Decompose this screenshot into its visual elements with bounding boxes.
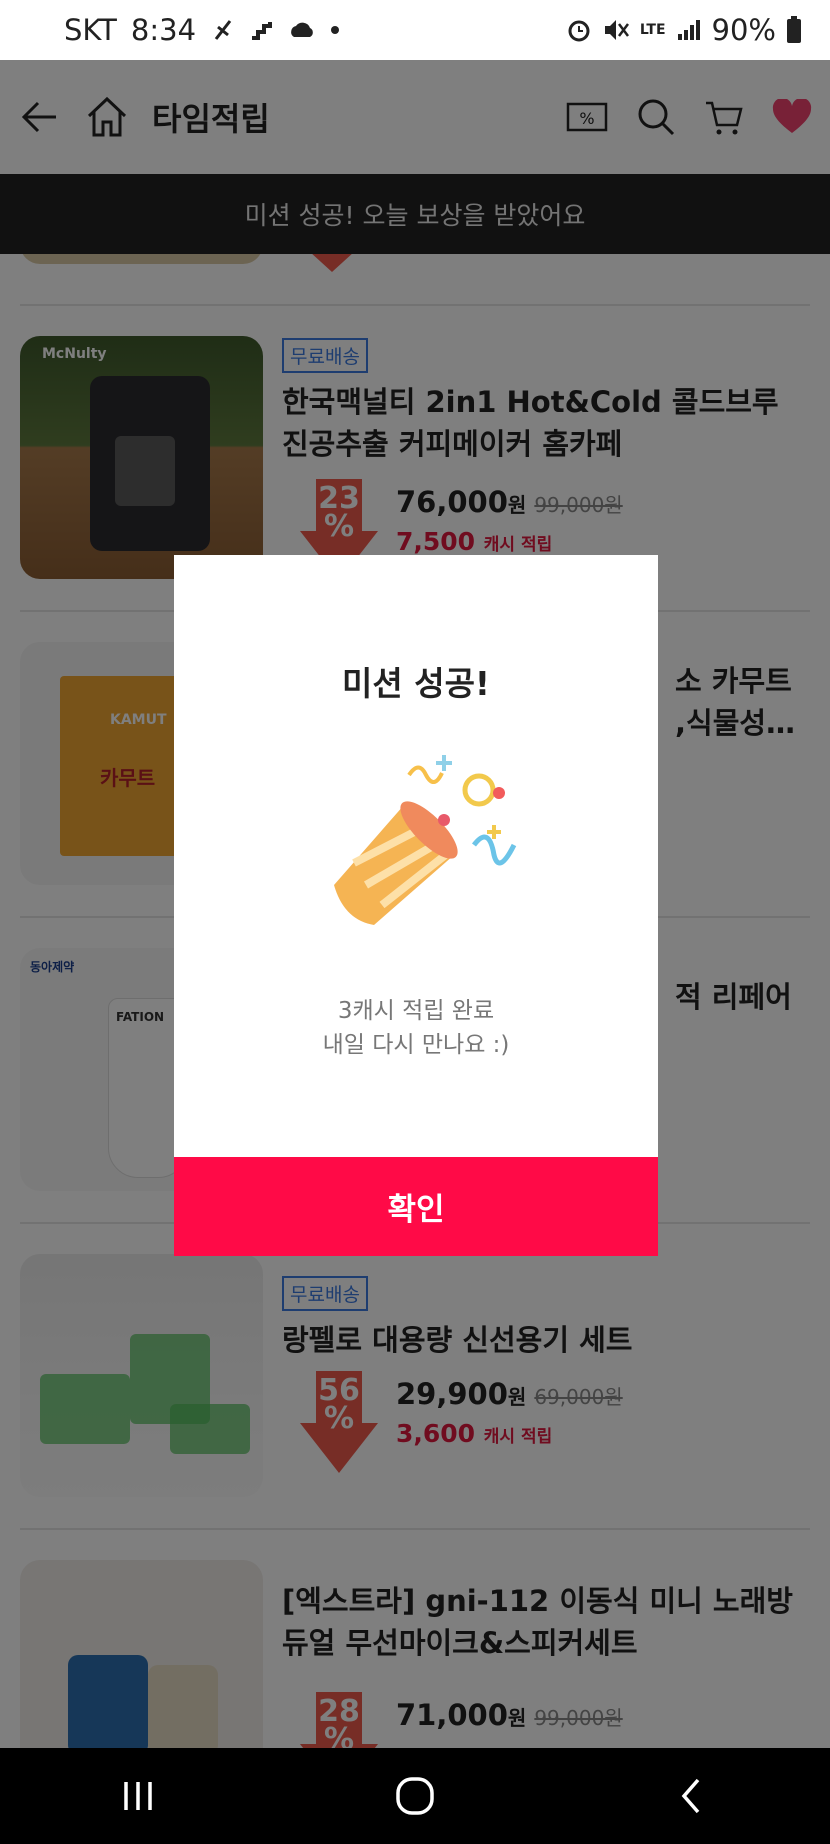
cloud-icon bbox=[291, 22, 313, 37]
status-bar: SKT 8:34 LTE 90% bbox=[0, 0, 830, 60]
battery-label: 90% bbox=[711, 13, 776, 47]
carrier-label: SKT bbox=[64, 13, 117, 47]
notification-icon bbox=[214, 20, 232, 40]
dot-icon bbox=[331, 26, 340, 34]
alarm-icon bbox=[568, 20, 590, 42]
network-label: LTE bbox=[639, 22, 666, 38]
reward-message: 3캐시 적립 완료 bbox=[337, 998, 495, 1024]
dialog-title: 미션 성공! bbox=[342, 664, 490, 703]
mission-success-dialog: 미션 성공! 3캐시 적립 완료 내일 다시 만나요 :) 확인 bbox=[174, 555, 658, 1256]
mute-icon bbox=[604, 20, 629, 40]
stairs-icon bbox=[252, 22, 273, 40]
recent-apps-icon[interactable] bbox=[118, 1776, 158, 1816]
back-icon[interactable] bbox=[672, 1776, 712, 1816]
clock: 8:34 bbox=[130, 13, 197, 47]
confirm-button[interactable]: 확인 bbox=[174, 1157, 658, 1256]
signal-icon bbox=[677, 20, 700, 40]
home-circle-icon[interactable] bbox=[393, 1774, 437, 1818]
system-nav-bar bbox=[0, 1748, 830, 1844]
see-you-message: 내일 다시 만나요 :) bbox=[322, 1032, 510, 1058]
battery-icon bbox=[787, 16, 801, 43]
party-popper-icon bbox=[334, 755, 517, 925]
